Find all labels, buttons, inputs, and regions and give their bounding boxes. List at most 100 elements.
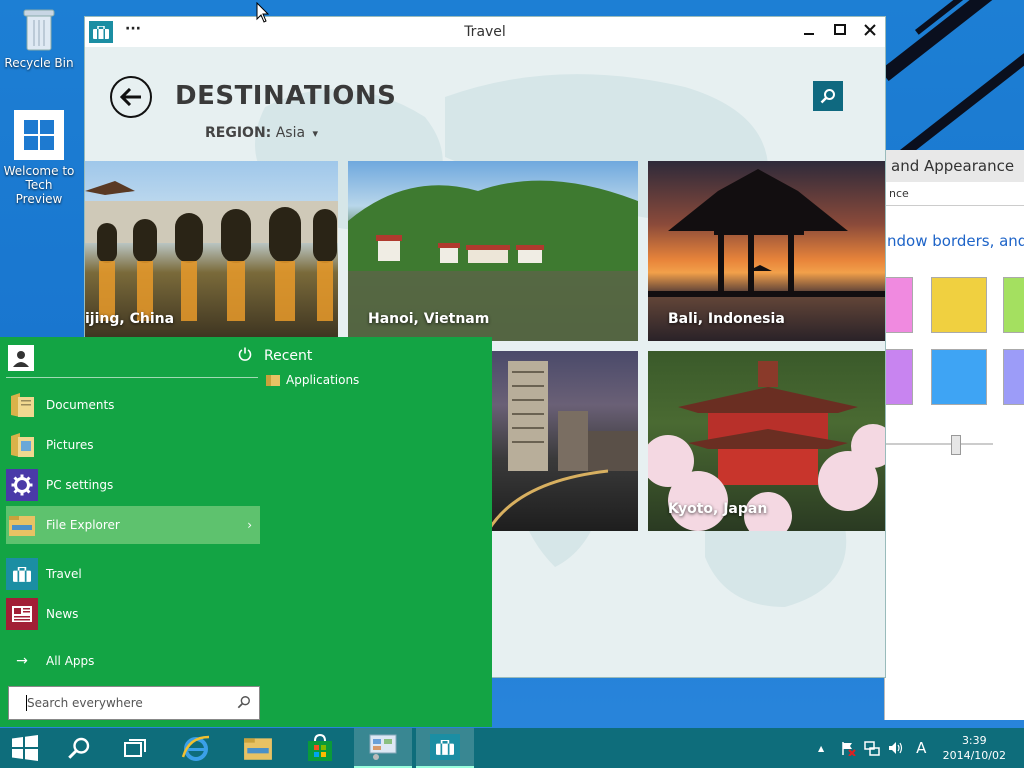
region-selector[interactable]: REGION: Asia ▾ — [205, 125, 318, 141]
menu-item-pc-settings[interactable]: PC settings — [6, 466, 260, 504]
menu-item-label: PC settings — [46, 478, 114, 492]
menu-item-label: Pictures — [46, 438, 94, 452]
volume-icon[interactable] — [888, 740, 904, 756]
windows-logo-icon — [14, 110, 64, 160]
region-value: Asia — [275, 125, 306, 141]
internet-explorer-icon — [181, 735, 210, 761]
menu-item-label: Travel — [46, 567, 82, 581]
text-caret — [26, 695, 27, 711]
user-icon — [13, 351, 29, 367]
tile-label: Bali, Indonesia — [668, 311, 785, 327]
control-panel-window[interactable]: and Appearance nce ndow borders, and St — [857, 150, 1024, 720]
minimize-button[interactable] — [795, 21, 823, 43]
back-button[interactable] — [110, 76, 152, 118]
file-explorer-icon — [6, 509, 38, 541]
tile-label: ijing, China — [85, 311, 175, 327]
file-explorer-taskbar-button[interactable] — [232, 728, 284, 768]
windows-logo-icon — [12, 735, 38, 761]
search-icon — [820, 89, 835, 104]
clock-date: 2014/10/02 — [942, 749, 1006, 762]
close-icon — [864, 24, 876, 36]
start-menu-divider — [6, 377, 258, 378]
recent-heading: Recent — [264, 348, 313, 364]
start-menu[interactable]: Recent Applications Documents Pictures P… — [0, 337, 492, 727]
store-button[interactable] — [294, 728, 346, 768]
destination-tile-hanoi[interactable]: Hanoi, Vietnam — [348, 161, 638, 341]
menu-item-label: File Explorer — [46, 518, 120, 532]
window-title: Travel — [464, 24, 506, 40]
clock-time: 3:39 — [961, 734, 987, 747]
arrow-right-icon: → — [16, 653, 28, 669]
search-icon — [68, 737, 90, 759]
system-clock[interactable]: 3:39 2014/10/02 — [943, 733, 1006, 763]
menu-item-travel[interactable]: Travel — [6, 555, 260, 593]
intensity-slider-thumb[interactable] — [951, 435, 961, 455]
color-swatch[interactable] — [1003, 277, 1024, 333]
tile-label: Kyoto, Japan — [668, 501, 768, 517]
welcome-tech-preview-label: Welcome to Tech Preview — [3, 164, 75, 206]
page-title: DESTINATIONS — [175, 81, 397, 111]
all-apps-button[interactable]: → All Apps — [6, 642, 260, 680]
travel-icon — [430, 734, 460, 760]
menu-item-news[interactable]: News — [6, 595, 260, 633]
color-swatch[interactable] — [931, 349, 987, 405]
menu-item-pictures[interactable]: Pictures — [6, 426, 260, 464]
recent-item-applications[interactable]: Applications — [266, 373, 359, 387]
tile-label: Hanoi, Vietnam — [368, 311, 490, 327]
control-panel-title: and Appearance — [885, 150, 1024, 182]
mouse-cursor-icon — [256, 2, 270, 23]
taskbar[interactable]: ▲ A 3:39 2014/10/02 — [0, 728, 1024, 768]
start-search-input[interactable]: Search everywhere — [8, 686, 260, 720]
travel-title-bar[interactable]: ··· Travel — [85, 17, 885, 47]
color-swatch[interactable] — [1003, 349, 1024, 405]
recycle-bin-desktop-icon[interactable]: Recycle Bin — [1, 6, 77, 70]
menu-item-label: Documents — [46, 398, 115, 412]
minimize-icon — [804, 33, 814, 35]
back-arrow-icon — [120, 88, 141, 106]
control-panel-icon — [369, 734, 397, 760]
control-panel-taskbar-button[interactable] — [354, 728, 412, 768]
show-hidden-icons-button[interactable]: ▲ — [818, 744, 824, 753]
destination-tile-bali[interactable]: Bali, Indonesia — [648, 161, 885, 341]
search-placeholder: Search everywhere — [27, 696, 143, 710]
task-view-button[interactable] — [110, 728, 160, 768]
welcome-tech-preview-desktop-icon[interactable]: Welcome to Tech Preview — [1, 110, 77, 206]
close-button[interactable] — [856, 21, 884, 43]
gear-icon — [6, 469, 38, 501]
documents-folder-icon — [6, 389, 38, 421]
input-method-indicator[interactable]: A — [916, 739, 926, 757]
control-panel-address-bar[interactable]: nce — [885, 182, 1024, 206]
recycle-bin-icon — [21, 6, 57, 52]
system-tray[interactable]: ▲ A — [818, 728, 926, 768]
start-button[interactable] — [0, 728, 50, 768]
internet-explorer-button[interactable] — [170, 728, 222, 768]
menu-item-documents[interactable]: Documents — [6, 386, 260, 424]
power-button[interactable] — [238, 347, 252, 365]
color-swatch[interactable] — [931, 277, 987, 333]
pictures-folder-icon — [6, 429, 38, 461]
destination-tile-kyoto[interactable]: Kyoto, Japan — [648, 351, 885, 531]
recent-item-label: Applications — [286, 373, 360, 387]
taskbar-search-button[interactable] — [54, 728, 104, 768]
control-panel-heading: ndow borders, and St — [887, 232, 1024, 250]
action-center-flag-icon[interactable] — [840, 740, 856, 756]
power-icon — [238, 347, 252, 361]
region-label: REGION: — [205, 125, 272, 141]
store-icon — [308, 734, 332, 761]
travel-icon — [6, 558, 38, 590]
search-icon[interactable] — [237, 695, 251, 709]
search-button[interactable] — [813, 81, 843, 111]
task-view-icon — [124, 739, 146, 757]
chevron-right-icon[interactable]: › — [247, 518, 252, 532]
menu-item-label: News — [46, 607, 79, 621]
recycle-bin-label: Recycle Bin — [4, 56, 74, 70]
maximize-button[interactable] — [826, 21, 854, 43]
all-apps-label: All Apps — [46, 654, 95, 668]
user-avatar[interactable] — [8, 345, 34, 371]
network-icon[interactable] — [864, 740, 880, 756]
destination-tile-beijing[interactable]: ijing, China — [85, 161, 338, 341]
chevron-down-icon: ▾ — [312, 127, 319, 140]
travel-taskbar-button[interactable] — [416, 728, 474, 768]
menu-item-file-explorer[interactable]: File Explorer › — [6, 506, 260, 544]
intensity-slider-track[interactable] — [885, 443, 993, 445]
